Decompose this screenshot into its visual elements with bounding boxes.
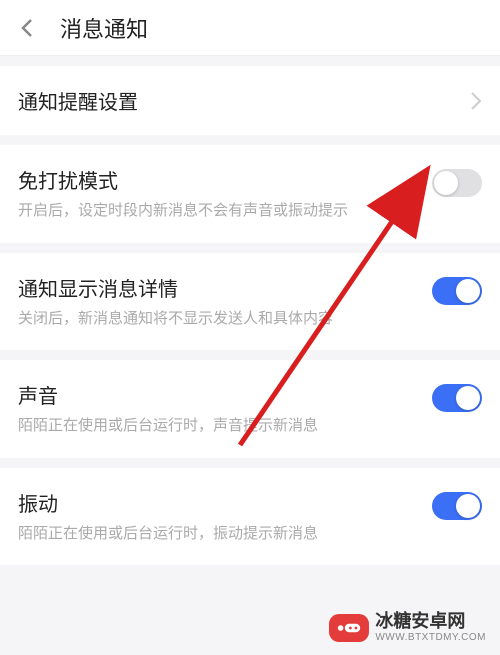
- detail-row: 通知显示消息详情 关闭后，新消息通知将不显示发送人和具体内容: [0, 253, 500, 351]
- toggle-knob: [456, 279, 480, 303]
- header: 消息通知: [0, 0, 500, 56]
- back-icon[interactable]: [16, 16, 40, 40]
- sound-row: 声音 陌陌正在使用或后台运行时，声音提示新消息: [0, 360, 500, 458]
- dnd-desc: 开启后，设定时段内新消息不会有声音或振动提示: [18, 200, 482, 223]
- dnd-row: 免打扰模式 开启后，设定时段内新消息不会有声音或振动提示: [0, 145, 500, 243]
- toggle-knob: [434, 171, 458, 195]
- detail-label: 通知显示消息详情: [18, 273, 482, 302]
- watermark: 冰糖安卓网 WWW.BTXTDMY.COM: [329, 612, 486, 643]
- vibrate-label: 振动: [18, 488, 482, 517]
- watermark-logo-icon: [329, 614, 369, 642]
- notify-settings-label: 通知提醒设置: [18, 86, 482, 115]
- watermark-title: 冰糖安卓网: [375, 612, 486, 632]
- sound-desc: 陌陌正在使用或后台运行时，声音提示新消息: [18, 415, 482, 438]
- dnd-label: 免打扰模式: [18, 165, 482, 194]
- page-title: 消息通知: [60, 12, 148, 44]
- toggle-knob: [456, 494, 480, 518]
- sound-toggle[interactable]: [432, 384, 482, 412]
- vibrate-toggle[interactable]: [432, 492, 482, 520]
- watermark-text-block: 冰糖安卓网 WWW.BTXTDMY.COM: [375, 612, 486, 643]
- sound-label: 声音: [18, 380, 482, 409]
- vibrate-desc: 陌陌正在使用或后台运行时，振动提示新消息: [18, 523, 482, 546]
- detail-toggle[interactable]: [432, 277, 482, 305]
- vibrate-row: 振动 陌陌正在使用或后台运行时，振动提示新消息: [0, 468, 500, 566]
- chevron-right-icon: [470, 91, 482, 111]
- dnd-toggle[interactable]: [432, 169, 482, 197]
- toggle-knob: [456, 386, 480, 410]
- watermark-url: WWW.BTXTDMY.COM: [375, 632, 486, 643]
- notify-settings-row[interactable]: 通知提醒设置: [0, 66, 500, 135]
- detail-desc: 关闭后，新消息通知将不显示发送人和具体内容: [18, 308, 482, 331]
